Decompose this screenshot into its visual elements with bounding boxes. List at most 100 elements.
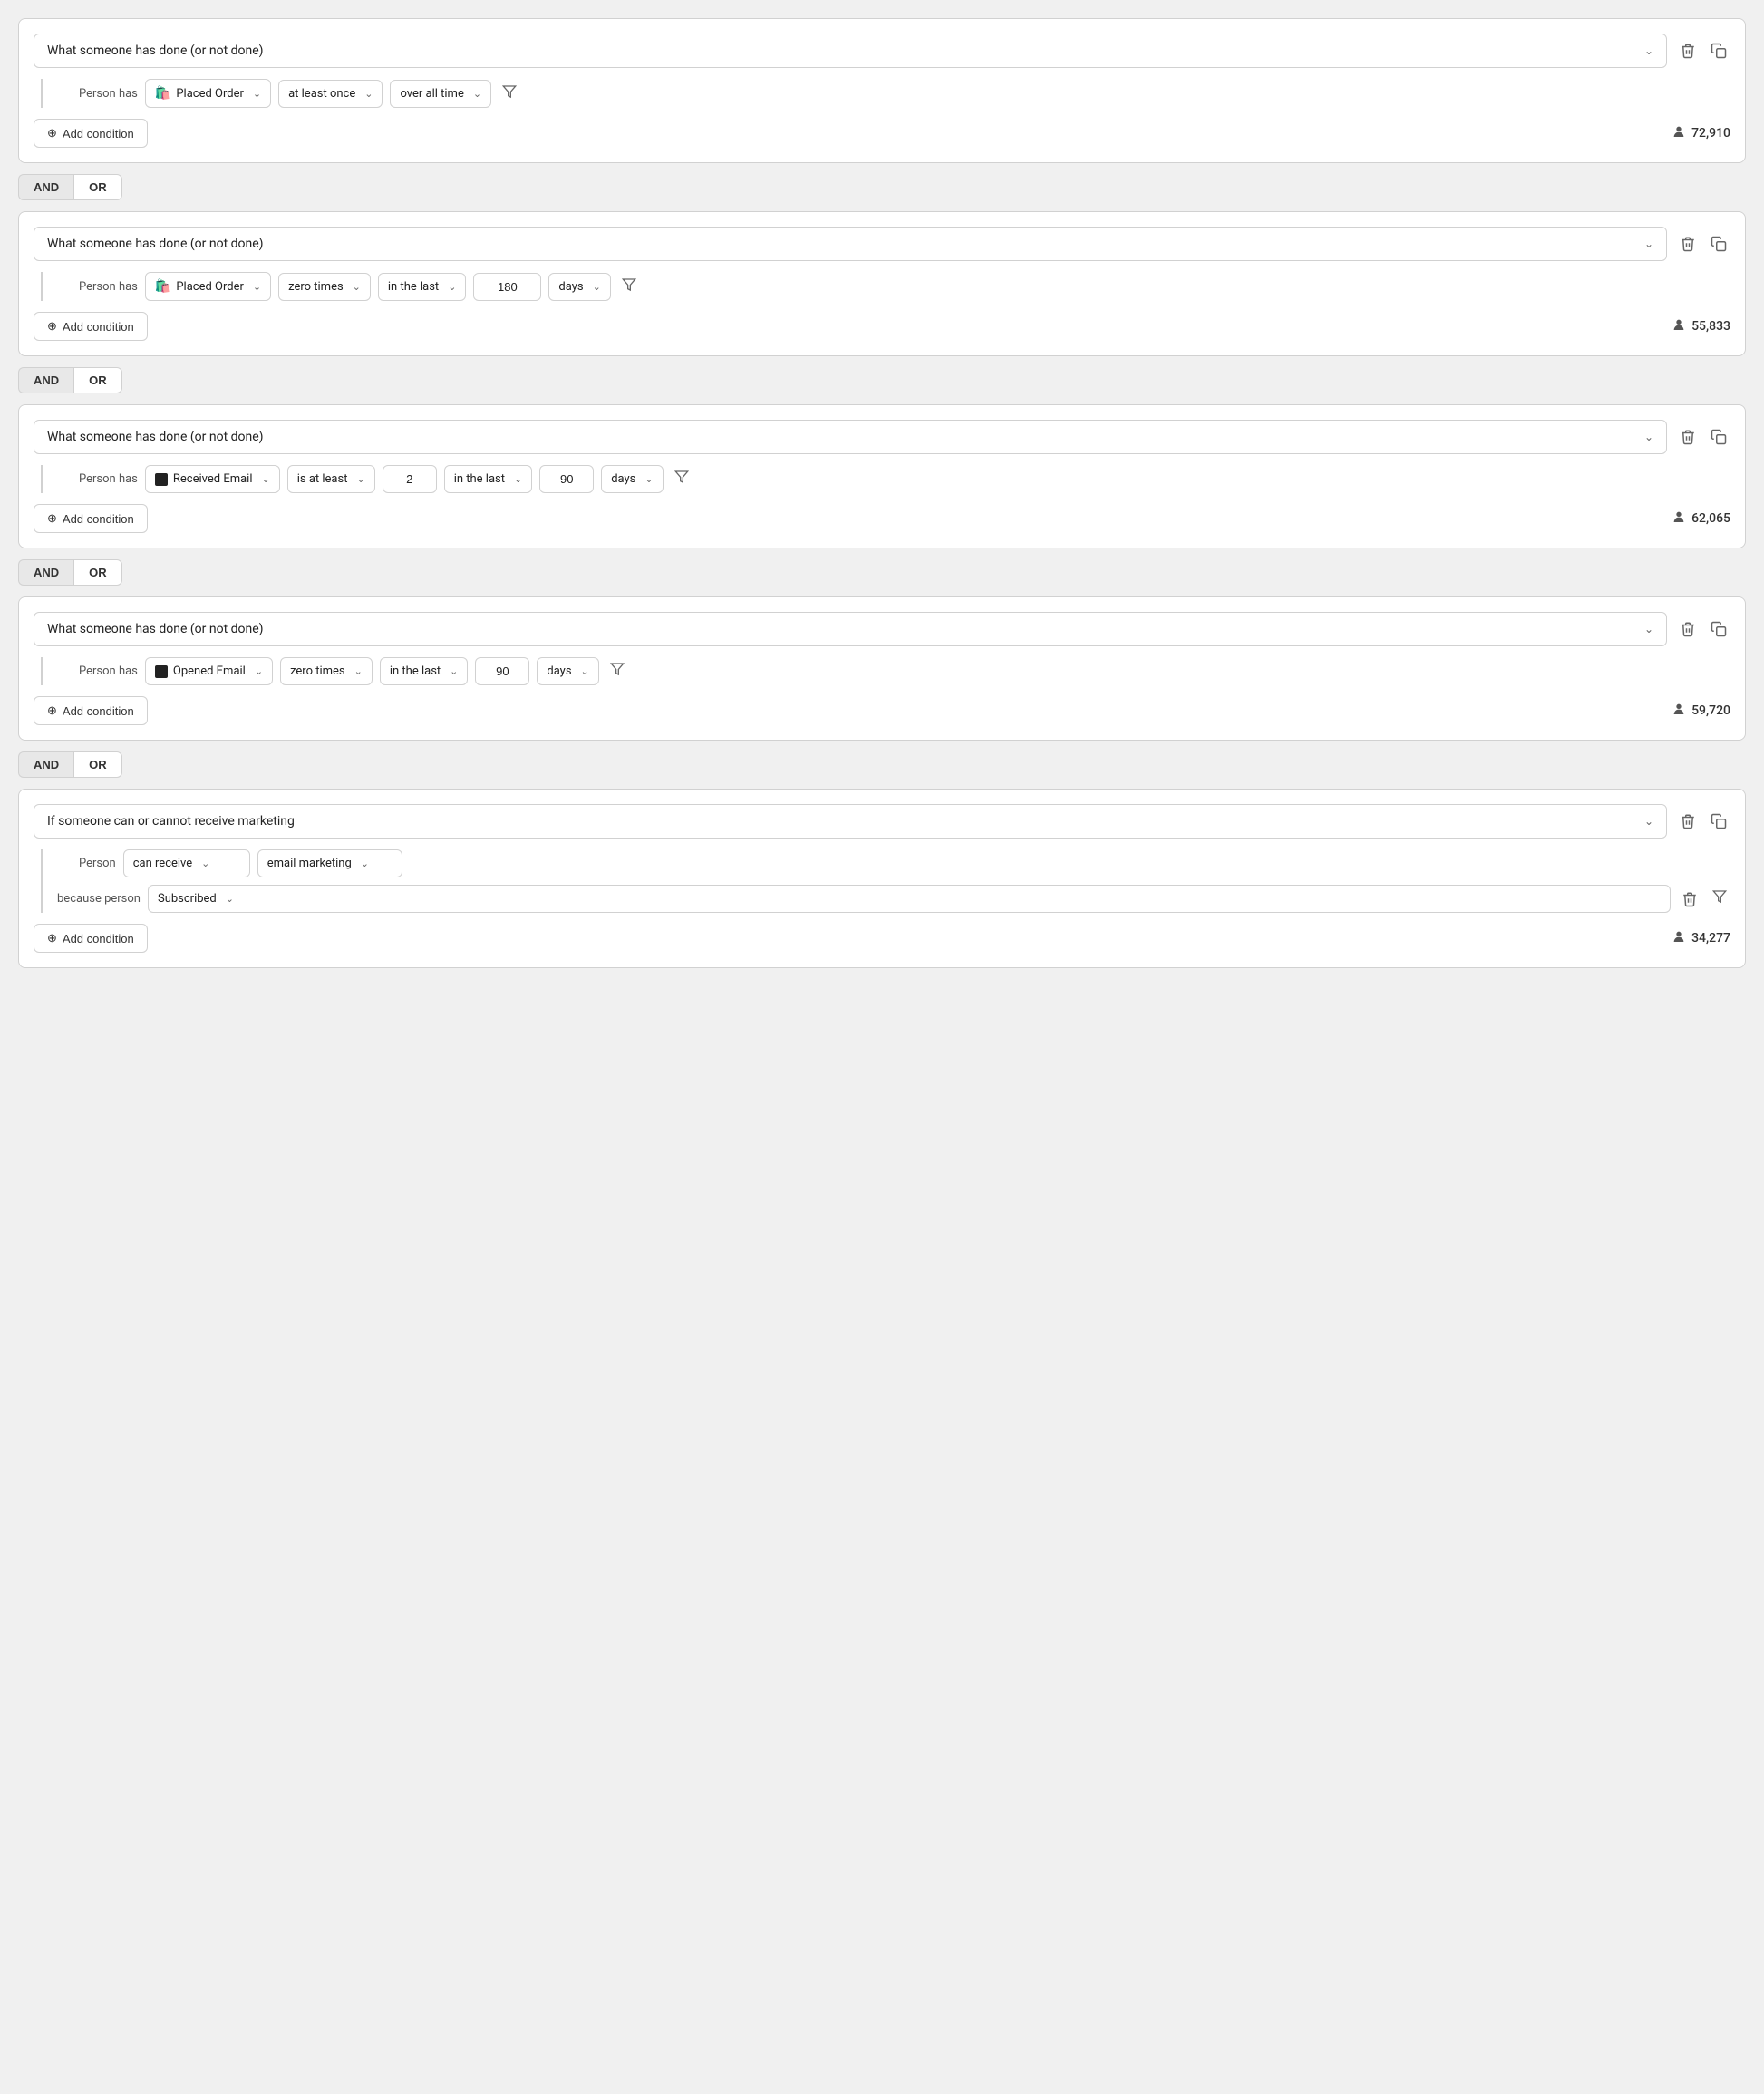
action-select-1-0[interactable]: 🛍️ Placed Order ⌄ [145, 79, 271, 108]
delete-button-3[interactable] [1676, 425, 1700, 449]
add-condition-button-5[interactable]: ⊕ Add condition [34, 924, 148, 953]
days-select-4-0[interactable]: days ⌄ [537, 657, 598, 685]
and-button-2[interactable]: AND [18, 367, 73, 393]
add-condition-label-2: Add condition [63, 320, 134, 334]
frequency-select-3-0[interactable]: is at least ⌄ [287, 465, 375, 493]
count-icon-1 [1672, 124, 1686, 142]
frequency-select-4-0[interactable]: zero times ⌄ [280, 657, 373, 685]
days-chevron-4-0: ⌄ [581, 665, 589, 677]
frequency-select-1-0[interactable]: at least once ⌄ [278, 80, 383, 108]
and-button-1[interactable]: AND [18, 174, 73, 200]
can-receive-select[interactable]: can receive ⌄ [123, 849, 250, 877]
sub-block-2: Person has 🛍️ Placed Order ⌄ zero times … [41, 272, 1730, 301]
or-button-2[interactable]: OR [73, 367, 122, 393]
person-label-1-0: Person has [79, 87, 138, 101]
add-condition-button-4[interactable]: ⊕ Add condition [34, 696, 148, 725]
copy-button-2[interactable] [1707, 232, 1730, 256]
or-button-4[interactable]: OR [73, 751, 122, 778]
block-actions-2 [1676, 232, 1730, 256]
condition-block-4: What someone has done (or not done) ⌄ Pe… [18, 596, 1746, 741]
count-value-5: 34,277 [1691, 931, 1730, 945]
action-select-3-0[interactable]: Received Email ⌄ [145, 465, 280, 493]
timeframe-select-2-0[interactable]: in the last ⌄ [378, 273, 467, 301]
marketing-type-select[interactable]: email marketing ⌄ [257, 849, 402, 877]
delete-button-4[interactable] [1676, 617, 1700, 641]
count-display-3: 62,065 [1672, 509, 1730, 528]
number-input-4-0[interactable] [475, 657, 529, 685]
frequency-select-2-0[interactable]: zero times ⌄ [278, 273, 371, 301]
count-value-2: 55,833 [1691, 319, 1730, 334]
can-receive-chevron: ⌄ [201, 858, 209, 869]
number-input-2-0[interactable] [473, 273, 541, 301]
add-condition-button-1[interactable]: ⊕ Add condition [34, 119, 148, 148]
shopify-icon-2-0: 🛍️ [155, 279, 170, 294]
delete-sub-condition-5[interactable] [1678, 887, 1701, 911]
block-title-select-5[interactable]: If someone can or cannot receive marketi… [34, 804, 1667, 839]
delete-button-2[interactable] [1676, 232, 1700, 256]
copy-button-1[interactable] [1707, 39, 1730, 63]
filter-button-2-0[interactable] [618, 274, 640, 300]
days-select-2-0[interactable]: days ⌄ [548, 273, 610, 301]
block-title-text-4: What someone has done (or not done) [47, 622, 264, 636]
count-display-1: 72,910 [1672, 124, 1730, 142]
block-header-3: What someone has done (or not done) ⌄ [34, 420, 1730, 454]
filter-button-1-0[interactable] [499, 81, 520, 107]
number-input-3-0[interactable] [539, 465, 594, 493]
block-title-select-1[interactable]: What someone has done (or not done) ⌄ [34, 34, 1667, 68]
person-label-5: Person [79, 857, 116, 870]
frequency-chevron-2-0: ⌄ [353, 281, 361, 293]
copy-button-3[interactable] [1707, 425, 1730, 449]
sub-block-4: Person has Opened Email ⌄ zero times ⌄ i… [41, 657, 1730, 685]
action-chevron-2-0: ⌄ [253, 281, 261, 293]
copy-button-4[interactable] [1707, 617, 1730, 641]
and-button-4[interactable]: AND [18, 751, 73, 778]
frequency-chevron-3-0: ⌄ [356, 473, 364, 485]
delete-button-1[interactable] [1676, 39, 1700, 63]
add-condition-button-3[interactable]: ⊕ Add condition [34, 504, 148, 533]
timeframe-select-1-0[interactable]: over all time ⌄ [390, 80, 491, 108]
subscribed-select[interactable]: Subscribed ⌄ [148, 885, 1671, 913]
count-value-3: 62,065 [1691, 511, 1730, 526]
sub-condition-row-5: because person Subscribed ⌄ [57, 885, 1730, 913]
or-button-3[interactable]: OR [73, 559, 122, 586]
action-select-2-0[interactable]: 🛍️ Placed Order ⌄ [145, 272, 271, 301]
plus-icon-4: ⊕ [47, 703, 57, 718]
timeframe-chevron-2-0: ⌄ [448, 281, 456, 293]
add-condition-button-2[interactable]: ⊕ Add condition [34, 312, 148, 341]
subscribed-chevron: ⌄ [226, 893, 234, 905]
filter-sub-condition-5[interactable] [1709, 886, 1730, 912]
days-select-3-0[interactable]: days ⌄ [601, 465, 663, 493]
block-title-select-4[interactable]: What someone has done (or not done) ⌄ [34, 612, 1667, 646]
count-icon-3 [1672, 509, 1686, 528]
filter-button-4-0[interactable] [606, 658, 628, 684]
count-icon-2 [1672, 317, 1686, 335]
or-button-1[interactable]: OR [73, 174, 122, 200]
frequency-text-4-0: zero times [290, 664, 345, 678]
and-button-3[interactable]: AND [18, 559, 73, 586]
block-title-chevron-2: ⌄ [1644, 238, 1653, 250]
days-chevron-2-0: ⌄ [593, 281, 601, 293]
condition-row-4-0: Person has Opened Email ⌄ zero times ⌄ i… [79, 657, 1730, 685]
condition-block-2: What someone has done (or not done) ⌄ Pe… [18, 211, 1746, 356]
timeframe-chevron-4-0: ⌄ [450, 665, 458, 677]
plus-icon-3: ⊕ [47, 511, 57, 526]
can-receive-text: can receive [133, 857, 192, 870]
block-title-select-2[interactable]: What someone has done (or not done) ⌄ [34, 227, 1667, 261]
copy-button-5[interactable] [1707, 809, 1730, 833]
count-value-4: 59,720 [1691, 703, 1730, 718]
subscribed-text: Subscribed [158, 892, 217, 906]
block-title-select-3[interactable]: What someone has done (or not done) ⌄ [34, 420, 1667, 454]
add-condition-label-1: Add condition [63, 127, 134, 141]
timeframe-chevron-1-0: ⌄ [473, 88, 481, 100]
action-chevron-4-0: ⌄ [255, 665, 263, 677]
timeframe-select-3-0[interactable]: in the last ⌄ [444, 465, 533, 493]
count-display-2: 55,833 [1672, 317, 1730, 335]
count-input-3-0[interactable] [383, 465, 437, 493]
plus-icon-5: ⊕ [47, 931, 57, 945]
and-or-row-1: AND OR [18, 174, 1746, 200]
filter-button-3-0[interactable] [671, 466, 693, 492]
action-chevron-1-0: ⌄ [253, 88, 261, 100]
timeframe-select-4-0[interactable]: in the last ⌄ [380, 657, 469, 685]
action-select-4-0[interactable]: Opened Email ⌄ [145, 657, 273, 685]
delete-button-5[interactable] [1676, 809, 1700, 833]
